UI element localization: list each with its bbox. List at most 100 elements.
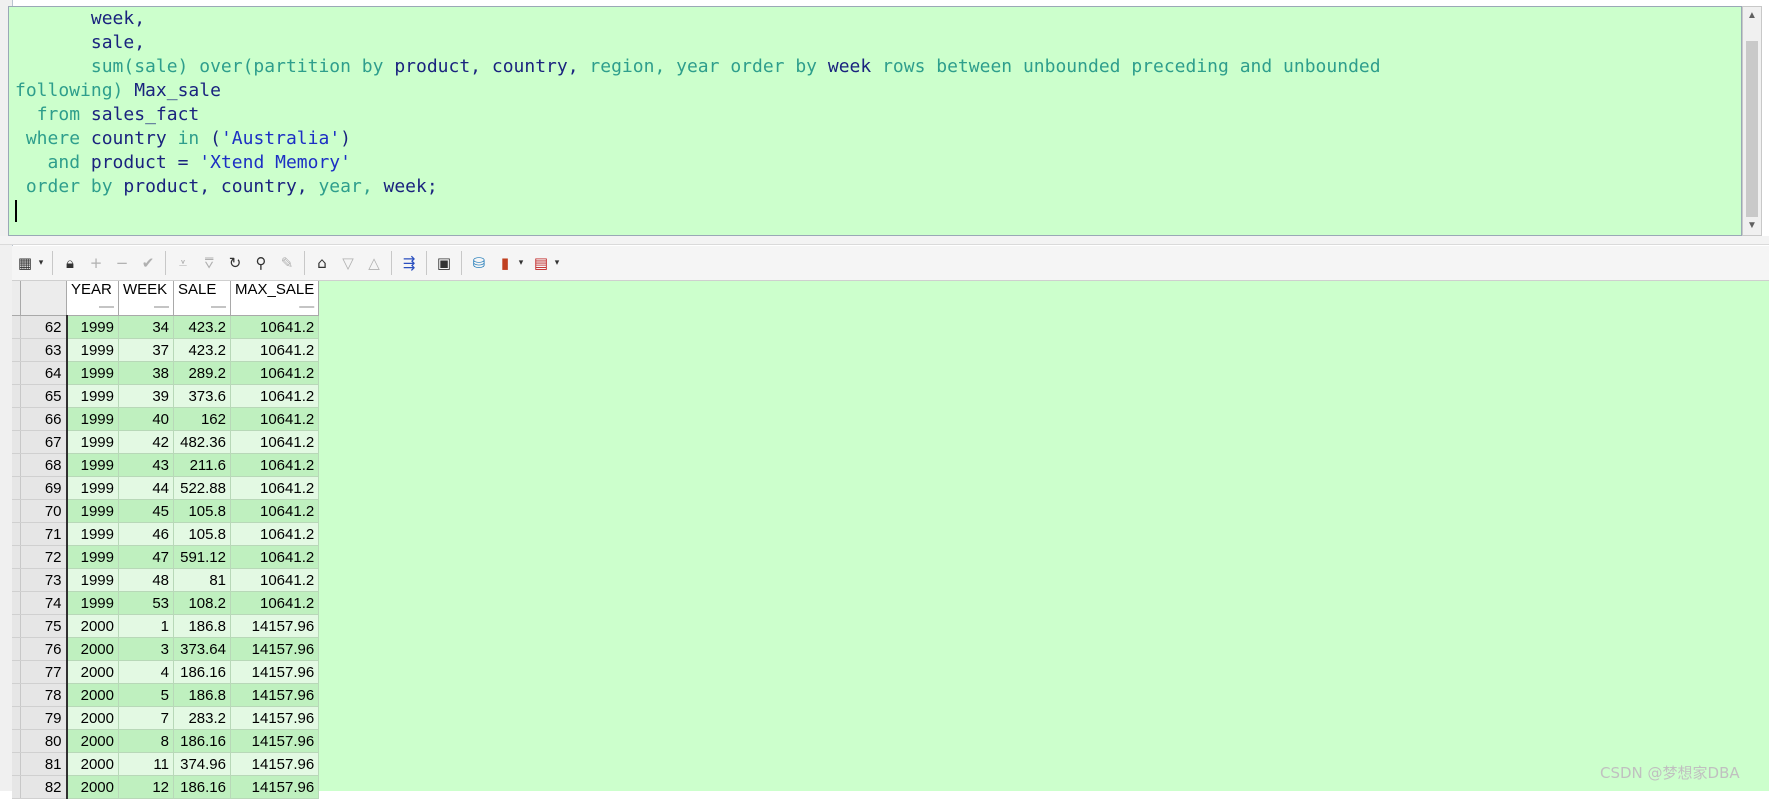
row-number[interactable]: 70 <box>20 499 68 523</box>
chevron-down-icon[interactable]: ▾ <box>552 252 562 274</box>
row-number[interactable]: 64 <box>20 361 68 385</box>
row-number[interactable]: 74 <box>20 591 68 615</box>
row-number[interactable]: 75 <box>20 614 68 638</box>
cell-max-sale[interactable]: 14157.96 <box>230 637 320 661</box>
refresh-icon[interactable]: ↻ <box>224 252 246 274</box>
cell-sale[interactable]: 283.2 <box>173 706 231 730</box>
cell-max-sale[interactable]: 10641.2 <box>230 338 320 362</box>
cell-week[interactable]: 53 <box>118 591 174 615</box>
row-number[interactable]: 69 <box>20 476 68 500</box>
cell-max-sale[interactable]: 10641.2 <box>230 453 320 477</box>
export-icon[interactable]: ⛁ <box>468 252 490 274</box>
row-number[interactable]: 79 <box>20 706 68 730</box>
table-row[interactable]: 74 1999 53 108.2 10641.2 <box>12 591 320 615</box>
cell-week[interactable]: 44 <box>118 476 174 500</box>
cell-sale[interactable]: 211.6 <box>173 453 231 477</box>
row-number[interactable]: 73 <box>20 568 68 592</box>
cell-week[interactable]: 48 <box>118 568 174 592</box>
cell-max-sale[interactable]: 10641.2 <box>230 499 320 523</box>
add-record-icon[interactable]: + <box>85 252 107 274</box>
clear-icon[interactable]: ✎ <box>276 252 298 274</box>
cell-max-sale[interactable]: 14157.96 <box>230 706 320 730</box>
sql-code[interactable]: week, sale, sum(sale) over(partition by … <box>9 7 1741 223</box>
row-number[interactable]: 62 <box>20 315 68 339</box>
cell-week[interactable]: 39 <box>118 384 174 408</box>
cell-year[interactable]: 1999 <box>66 568 119 592</box>
cell-year[interactable]: 2000 <box>66 752 119 776</box>
cell-sale[interactable]: 423.2 <box>173 315 231 339</box>
cell-sale[interactable]: 105.8 <box>173 499 231 523</box>
cell-year[interactable]: 1999 <box>66 499 119 523</box>
table-row[interactable]: 78 2000 5 186.8 14157.96 <box>12 683 320 707</box>
chart-icon[interactable]: ▮ <box>494 252 516 274</box>
table-row[interactable]: 81 2000 11 374.96 14157.96 <box>12 752 320 776</box>
cell-week[interactable]: 4 <box>118 660 174 684</box>
table-row[interactable]: 68 1999 43 211.6 10641.2 <box>12 453 320 477</box>
table-row[interactable]: 80 2000 8 186.16 14157.96 <box>12 729 320 753</box>
cell-sale[interactable]: 289.2 <box>173 361 231 385</box>
cell-max-sale[interactable]: 10641.2 <box>230 407 320 431</box>
chevron-down-icon[interactable]: ▾ <box>36 252 46 274</box>
cell-max-sale[interactable]: 10641.2 <box>230 430 320 454</box>
cell-year[interactable]: 2000 <box>66 706 119 730</box>
cell-sale[interactable]: 108.2 <box>173 591 231 615</box>
scroll-up-icon[interactable]: ▲ <box>1743 7 1761 25</box>
table-row[interactable]: 63 1999 37 423.2 10641.2 <box>12 338 320 362</box>
delete-record-icon[interactable]: − <box>111 252 133 274</box>
row-number[interactable]: 68 <box>20 453 68 477</box>
cell-week[interactable]: 37 <box>118 338 174 362</box>
cell-max-sale[interactable]: 14157.96 <box>230 752 320 776</box>
cell-max-sale[interactable]: 10641.2 <box>230 545 320 569</box>
scroll-thumb[interactable] <box>1746 41 1758 217</box>
cell-week[interactable]: 42 <box>118 430 174 454</box>
table-row[interactable]: 82 2000 12 186.16 14157.96 <box>12 775 320 799</box>
cell-sale[interactable]: 186.16 <box>173 729 231 753</box>
cell-sale[interactable]: 186.16 <box>173 775 231 799</box>
cell-max-sale[interactable]: 10641.2 <box>230 384 320 408</box>
cell-sale[interactable]: 374.96 <box>173 752 231 776</box>
cell-max-sale[interactable]: 10641.2 <box>230 476 320 500</box>
cell-max-sale[interactable]: 10641.2 <box>230 361 320 385</box>
cell-sale[interactable]: 482.36 <box>173 430 231 454</box>
cell-year[interactable]: 1999 <box>66 315 119 339</box>
cell-week[interactable]: 47 <box>118 545 174 569</box>
lock-icon[interactable]: 🔒︎ <box>59 252 81 274</box>
column-header-sale[interactable]: SALE — <box>173 281 231 316</box>
table-row[interactable]: 77 2000 4 186.16 14157.96 <box>12 660 320 684</box>
column-header-year[interactable]: YEAR — <box>66 281 119 316</box>
sort-asc-icon[interactable]: △ <box>363 252 385 274</box>
cell-max-sale[interactable]: 10641.2 <box>230 315 320 339</box>
row-number[interactable]: 65 <box>20 384 68 408</box>
fetch-all-icon[interactable]: ⩢ <box>198 252 220 274</box>
sort-desc-icon[interactable]: ▽ <box>337 252 359 274</box>
cell-year[interactable]: 1999 <box>66 407 119 431</box>
cell-sale[interactable]: 373.64 <box>173 637 231 661</box>
post-edit-icon[interactable]: ✔ <box>137 252 159 274</box>
cell-max-sale[interactable]: 10641.2 <box>230 591 320 615</box>
pane-splitter[interactable] <box>0 236 1769 245</box>
row-number[interactable]: 66 <box>20 407 68 431</box>
cell-sale[interactable]: 81 <box>173 568 231 592</box>
table-row[interactable]: 72 1999 47 591.12 10641.2 <box>12 545 320 569</box>
cell-sale[interactable]: 186.16 <box>173 660 231 684</box>
table-row[interactable]: 65 1999 39 373.6 10641.2 <box>12 384 320 408</box>
cell-max-sale[interactable]: 14157.96 <box>230 660 320 684</box>
cell-year[interactable]: 1999 <box>66 384 119 408</box>
row-number[interactable]: 77 <box>20 660 68 684</box>
cell-max-sale[interactable]: 14157.96 <box>230 775 320 799</box>
table-row[interactable]: 67 1999 42 482.36 10641.2 <box>12 430 320 454</box>
cell-week[interactable]: 45 <box>118 499 174 523</box>
table-row[interactable]: 70 1999 45 105.8 10641.2 <box>12 499 320 523</box>
cell-year[interactable]: 2000 <box>66 683 119 707</box>
cell-year[interactable]: 2000 <box>66 660 119 684</box>
cell-week[interactable]: 43 <box>118 453 174 477</box>
cell-sale[interactable]: 105.8 <box>173 522 231 546</box>
editor-scrollbar[interactable]: ▲ ▼ <box>1742 6 1762 236</box>
chevron-down-icon[interactable]: ▾ <box>516 252 526 274</box>
cell-week[interactable]: 3 <box>118 637 174 661</box>
save-icon[interactable]: ▣ <box>433 252 455 274</box>
column-header-max-sale[interactable]: MAX_SALE — <box>230 281 320 316</box>
column-header-week[interactable]: WEEK — <box>118 281 174 316</box>
row-number[interactable]: 82 <box>20 775 68 799</box>
cell-year[interactable]: 1999 <box>66 361 119 385</box>
